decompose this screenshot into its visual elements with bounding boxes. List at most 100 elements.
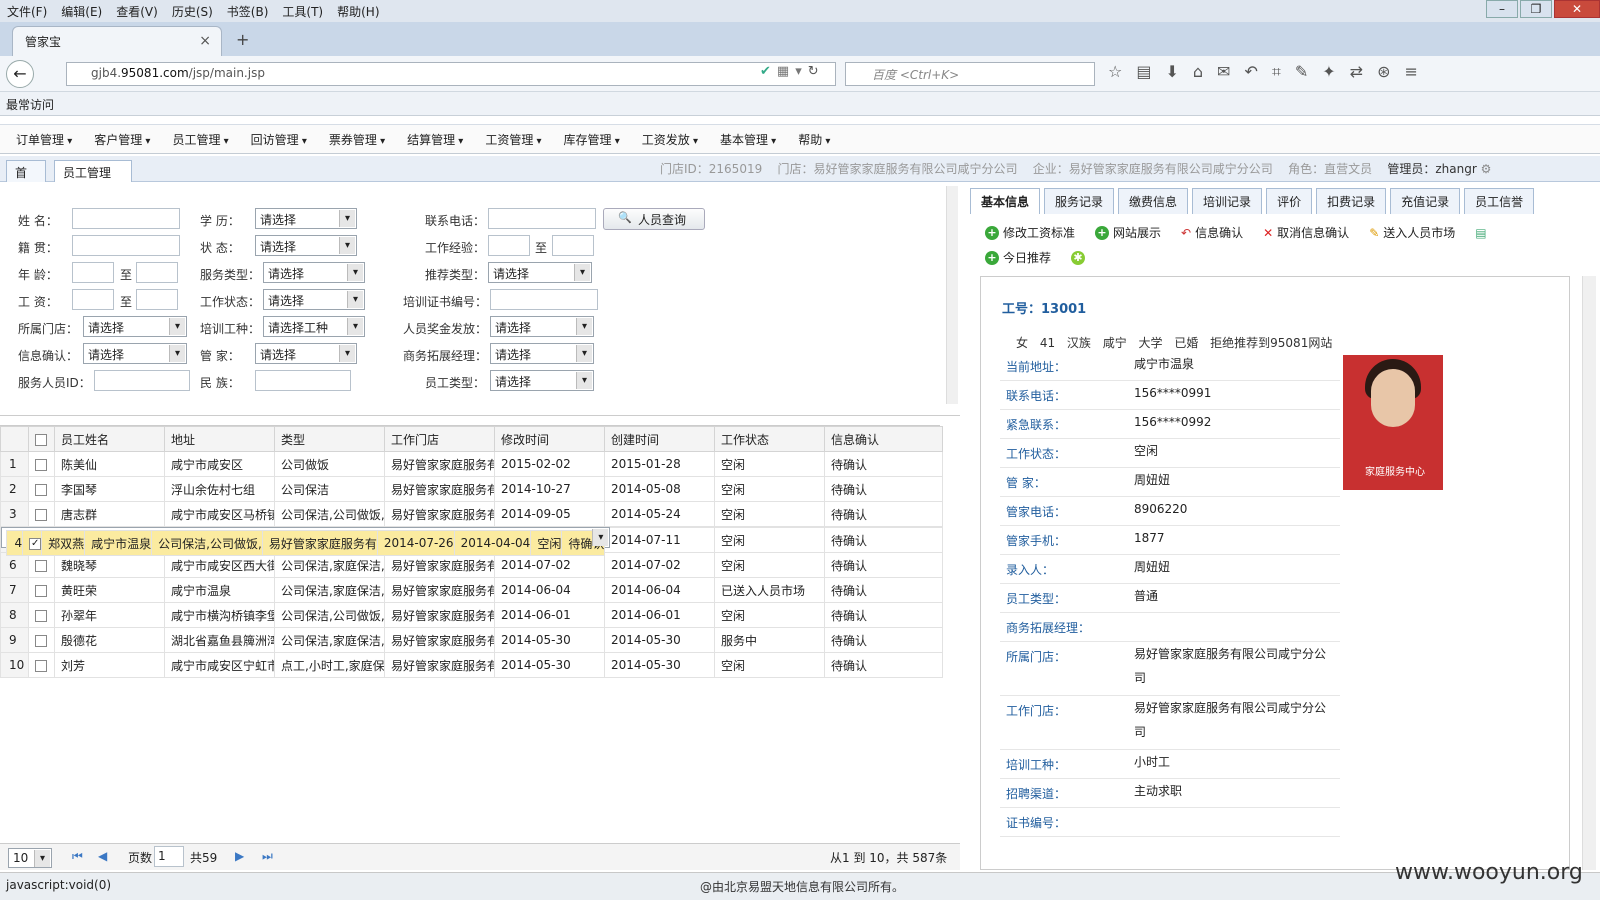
table-row[interactable]: 1 陈美仙 咸宁市咸安区 公司做饭 易好管家家庭服务有 2015-02-02 2015-01…	[0, 451, 943, 477]
new-tab-icon[interactable]: +	[236, 30, 249, 49]
tab-training-records[interactable]: 培训记录	[1192, 188, 1263, 214]
row-checkbox[interactable]	[35, 634, 47, 647]
butler-select[interactable]: 请选择	[255, 343, 357, 364]
menu-view[interactable]: 查看(V)	[109, 3, 165, 20]
row-checkbox-cell[interactable]	[28, 476, 55, 502]
education-select[interactable]: 请选择	[255, 208, 357, 229]
send-to-market-button[interactable]: ✎ 送入人员市场	[1369, 224, 1455, 241]
row-checkbox-cell[interactable]: ✓	[22, 530, 43, 556]
menu-orders[interactable]: 订单管理	[16, 131, 72, 148]
tab-credit[interactable]: 员工信誉	[1464, 188, 1535, 214]
experience-from-input[interactable]	[488, 235, 530, 256]
detail-scrollbar[interactable]	[1582, 276, 1596, 870]
row-checkbox[interactable]: ✓	[29, 537, 41, 550]
tab-home[interactable]: 首页	[6, 160, 46, 197]
page-size-select[interactable]: 10	[8, 848, 52, 868]
menu-tools[interactable]: 工具(T)	[275, 3, 330, 20]
salary-from-input[interactable]	[72, 289, 114, 310]
store-select[interactable]: 请选择	[83, 316, 187, 337]
menu-help-app[interactable]: 帮助	[798, 131, 830, 148]
qr-icon[interactable]: ▦	[777, 64, 795, 79]
extension-icon[interactable]: ✦	[1322, 62, 1335, 82]
page-input[interactable]: 1	[154, 846, 184, 867]
close-tab-icon[interactable]: ×	[199, 33, 211, 49]
menu-customers[interactable]: 客户管理	[94, 131, 150, 148]
addon-icon[interactable]: ⊛	[1377, 62, 1390, 82]
table-row[interactable]: 10刘芳咸宁市咸安区宁虹市点工,小时工,家庭保洁易好管家家庭服务有2014-05…	[0, 652, 943, 678]
tab-recharge[interactable]: 充值记录	[1390, 188, 1461, 214]
reload-icon[interactable]: ↻	[808, 64, 825, 79]
table-row[interactable]: 9 殷德花 湖北省嘉鱼县簰洲湾 公司保洁,家庭保洁, 易好管家家庭服务有 2014-05-…	[0, 627, 943, 653]
menu-employees[interactable]: 员工管理	[172, 131, 228, 148]
state-select[interactable]: 请选择	[255, 235, 357, 256]
edit-salary-button[interactable]: + 修改工资标准	[985, 224, 1075, 241]
salary-to-input[interactable]	[136, 289, 178, 310]
service-id-input[interactable]	[94, 370, 190, 391]
col-modified[interactable]: 修改时间	[494, 426, 605, 452]
notebook-button[interactable]: ▤	[1475, 224, 1486, 241]
confirm-select[interactable]: 请选择	[83, 343, 187, 364]
recommend-type-select[interactable]: 请选择	[488, 262, 592, 283]
col-address[interactable]: 地址	[164, 426, 275, 452]
work-status-select[interactable]: 请选择	[263, 289, 365, 310]
col-select-all[interactable]	[28, 426, 55, 452]
bookmark-most-visited[interactable]: 最常访问	[6, 98, 54, 112]
close-window-button[interactable]: ✕	[1554, 0, 1600, 18]
row-checkbox-cell[interactable]	[28, 627, 55, 653]
row-checkbox-cell[interactable]	[28, 552, 55, 578]
table-row[interactable]: 6 魏晓琴 咸宁市咸安区西大街 公司保洁,家庭保洁, 易好管家家庭服务有 2014-07-…	[0, 552, 943, 578]
experience-to-input[interactable]	[552, 235, 594, 256]
col-type[interactable]: 类型	[274, 426, 385, 452]
web-display-button[interactable]: + 网站展示	[1095, 224, 1161, 241]
menu-help[interactable]: 帮助(H)	[330, 3, 386, 20]
menu-followup[interactable]: 回访管理	[251, 131, 307, 148]
table-row[interactable]: 2 李国琴 浮山余佐村七组 公司保洁 易好管家家庭服务有 2014-10-27 2014-0…	[0, 476, 943, 502]
back-button[interactable]: ←	[6, 60, 34, 88]
menu-settlement[interactable]: 结算管理	[407, 131, 463, 148]
tab-payment-info[interactable]: 缴费信息	[1118, 188, 1189, 214]
first-page-icon[interactable]: ⏮	[72, 849, 83, 864]
chat-icon[interactable]: ✉	[1217, 62, 1230, 82]
menu-basic[interactable]: 基本管理	[720, 131, 776, 148]
cert-no-input[interactable]	[490, 289, 598, 310]
row-checkbox[interactable]	[35, 483, 47, 496]
name-input[interactable]	[72, 208, 180, 229]
browser-tab[interactable]: 管家宝 ×	[12, 26, 222, 56]
age-to-input[interactable]	[136, 262, 178, 283]
next-page-icon[interactable]: ▶	[235, 849, 244, 863]
table-row[interactable]: 8 孙翠年 咸宁市横沟桥镇李堡 公司保洁,公司做饭, 易好管家家庭服务有 2014-06-…	[0, 602, 943, 628]
menu-payroll[interactable]: 工资发放	[642, 131, 698, 148]
tab-service-records[interactable]: 服务记录	[1044, 188, 1115, 214]
ethnicity-input[interactable]	[255, 370, 351, 391]
cancel-confirm-button[interactable]: ✕ 取消信息确认	[1263, 224, 1349, 241]
star-icon[interactable]: ☆	[1108, 62, 1122, 82]
col-work-status[interactable]: 工作状态	[714, 426, 825, 452]
row-checkbox[interactable]	[35, 559, 47, 572]
bonus-select[interactable]: 请选择	[490, 316, 594, 337]
maximize-button[interactable]: ❐	[1520, 0, 1552, 18]
query-button[interactable]: 人员查询	[603, 208, 705, 230]
recommend-today-button[interactable]: + 今日推荐	[985, 249, 1051, 266]
menu-salary[interactable]: 工资管理	[485, 131, 541, 148]
menu-tickets[interactable]: 票券管理	[329, 131, 385, 148]
col-name[interactable]: 员工姓名	[54, 426, 165, 452]
minimize-button[interactable]: –	[1486, 0, 1518, 18]
menu-edit[interactable]: 编辑(E)	[54, 3, 109, 20]
service-type-select[interactable]: 请选择	[263, 262, 365, 283]
bd-manager-select[interactable]: 请选择	[490, 343, 594, 364]
menu-history[interactable]: 历史(S)	[165, 3, 220, 20]
table-row[interactable]: 3 唐志群 咸宁市咸安区马桥镇 公司保洁,公司做饭, 易好管家家庭服务有 2014-09-…	[0, 501, 943, 527]
row-checkbox[interactable]	[35, 584, 47, 597]
table-row[interactable]: 4 ✓ 郑双燕 咸宁市温泉 公司保洁,公司做饭, 易好管家家庭服务有 2014-07-26 2…	[0, 527, 611, 556]
hamburger-menu-icon[interactable]: ≡	[1404, 62, 1417, 82]
reading-list-icon[interactable]: ▤	[1136, 62, 1151, 82]
row-checkbox[interactable]	[35, 659, 47, 672]
tab-reviews[interactable]: 评价	[1266, 188, 1313, 214]
menu-inventory[interactable]: 库存管理	[564, 131, 620, 148]
tab-deductions[interactable]: 扣费记录	[1316, 188, 1387, 214]
tab-basic-info[interactable]: 基本信息	[970, 188, 1041, 214]
shield-icon[interactable]: ✔	[760, 64, 777, 79]
row-checkbox-cell[interactable]	[28, 501, 55, 527]
last-page-icon[interactable]: ⏭	[262, 849, 273, 864]
sync-icon[interactable]: ⇄	[1350, 62, 1363, 82]
